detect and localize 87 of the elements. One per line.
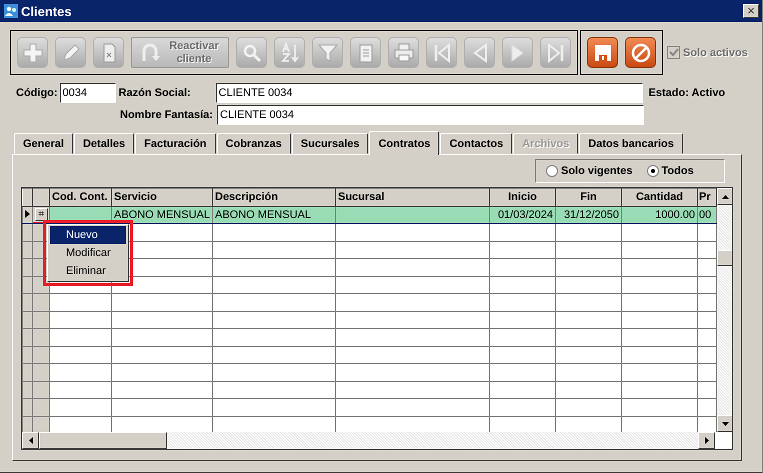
scroll-right-button[interactable] <box>698 432 715 449</box>
menu-item[interactable]: Modificar <box>50 244 126 262</box>
tab[interactable]: Datos bancarios <box>579 133 683 154</box>
table-cell: ABONO MENSUAL <box>212 206 336 224</box>
table-cell: ABONO MENSUAL <box>112 206 212 224</box>
checkbox-label: Solo activos <box>683 46 748 58</box>
table-cell <box>556 364 622 381</box>
right-arrow-icon <box>704 437 708 444</box>
plus-icon <box>20 40 44 64</box>
table-cell <box>490 241 556 258</box>
left-arrow-icon <box>28 437 32 444</box>
close-button[interactable]: × <box>743 4 759 18</box>
column-header[interactable]: Fin <box>556 188 622 206</box>
table-cell <box>556 258 622 276</box>
column-header[interactable]: Servicio <box>112 188 212 206</box>
radio-button[interactable] <box>646 165 659 177</box>
table-cell <box>50 364 112 381</box>
table-cell <box>490 258 556 276</box>
up-arrow-icon <box>722 194 729 198</box>
table-cell <box>556 276 622 294</box>
table-cell <box>50 311 112 328</box>
table-cell <box>490 294 556 311</box>
row-pointer-icon <box>25 210 30 218</box>
tab[interactable]: Sucursales <box>292 133 368 154</box>
column-header[interactable]: Pr <box>698 188 716 206</box>
table-cell <box>490 398 556 416</box>
table-cell: 31/12/2050 <box>556 206 622 224</box>
menu-item[interactable]: Eliminar <box>50 262 126 280</box>
tab[interactable]: Facturación <box>135 133 216 154</box>
business-name-field[interactable]: CLIENTE 0034 <box>216 83 643 103</box>
table-cell <box>556 398 622 416</box>
scroll-thumb[interactable] <box>39 432 167 449</box>
trade-name-field[interactable]: CLIENTE 0034 <box>217 105 644 125</box>
menu-item[interactable]: Nuevo <box>50 226 126 244</box>
tab[interactable]: General <box>14 133 73 154</box>
row-menu-button[interactable]: ⌗ <box>35 208 48 222</box>
column-header[interactable]: Sucursal <box>336 188 490 206</box>
table-cell <box>490 346 556 364</box>
tab[interactable]: Contratos <box>369 131 440 155</box>
table-cell: 01/03/2024 <box>490 206 556 224</box>
check-icon <box>668 47 679 58</box>
field-label: Nombre Fantasía: <box>120 109 214 121</box>
table-cell <box>50 346 112 364</box>
radio-button[interactable] <box>546 165 558 177</box>
table-cell <box>556 241 622 258</box>
column-header[interactable]: Inicio <box>490 188 556 206</box>
down-arrow-icon <box>722 422 729 426</box>
table-cell <box>50 328 112 346</box>
radio-label: Solo vigentes <box>561 165 633 177</box>
scroll-down-button[interactable] <box>717 415 732 432</box>
window-title: Clientes <box>21 4 73 18</box>
vertical-scrollbar[interactable] <box>717 188 732 432</box>
table-cell <box>556 346 622 364</box>
table-cell <box>490 364 556 381</box>
column-header[interactable]: Cantidad <box>622 188 698 206</box>
no-entry-button[interactable] <box>625 37 656 68</box>
radio-label: Todos <box>662 165 694 177</box>
tab[interactable]: Detalles <box>74 133 134 154</box>
column-header[interactable]: Descripción <box>212 188 336 206</box>
floppy-button[interactable] <box>587 37 618 68</box>
status-text: Estado: Activo <box>648 87 726 99</box>
table-cell <box>50 398 112 416</box>
scroll-up-button[interactable] <box>717 188 732 205</box>
table-cell <box>50 381 112 398</box>
table-cell <box>490 224 556 241</box>
table-cell <box>556 311 622 328</box>
scroll-thumb[interactable] <box>717 250 732 266</box>
code-field[interactable]: 0034 <box>60 83 116 103</box>
table-cell: 1000.00 <box>622 206 698 224</box>
printer-icon <box>392 40 416 64</box>
table-cell <box>556 294 622 311</box>
app-icon <box>4 4 18 18</box>
table-cell <box>490 328 556 346</box>
scroll-left-button[interactable] <box>22 432 39 449</box>
horizontal-scrollbar[interactable] <box>22 432 732 449</box>
field-label: Razón Social: <box>118 87 192 99</box>
table-cell <box>490 381 556 398</box>
table-cell <box>490 311 556 328</box>
table-cell <box>556 328 622 346</box>
table-cell <box>556 224 622 241</box>
table-cell <box>556 381 622 398</box>
table-cell <box>50 294 112 311</box>
column-header[interactable]: Cod. Cont. <box>50 188 112 206</box>
tab[interactable]: Contactos <box>440 133 512 154</box>
table-cell <box>490 276 556 294</box>
tab[interactable]: Cobranzas <box>216 133 291 154</box>
field-label: Código: <box>16 87 58 99</box>
